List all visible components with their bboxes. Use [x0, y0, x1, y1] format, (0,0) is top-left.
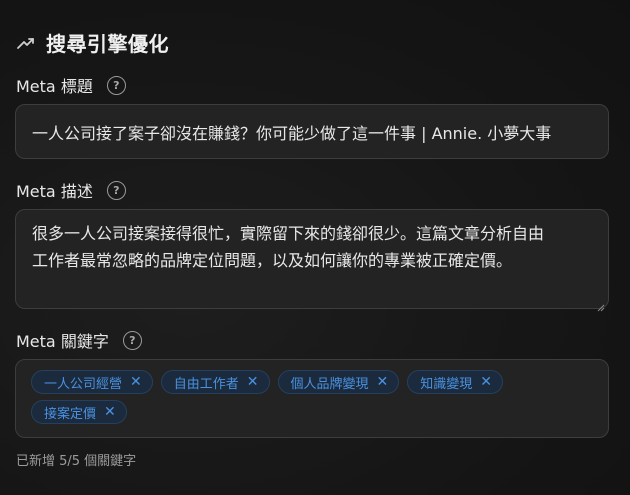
meta-description-textarea[interactable]: 很多一人公司接案接得很忙，實際留下來的錢卻很少。這篇文章分析自由 工作者最常忽略… [32, 220, 592, 274]
description-line: 工作者最常忽略的品牌定位問題，以及如何讓你的專業被正確定價。 [32, 251, 513, 270]
meta-description-label: Meta 描述 [16, 182, 93, 201]
remove-keyword-icon[interactable]: ✕ [480, 375, 492, 389]
meta-title-label: Meta 標題 [16, 77, 93, 96]
keyword-chip: 自由工作者 ✕ [160, 370, 270, 394]
help-icon[interactable]: ? [106, 180, 126, 200]
remove-keyword-icon[interactable]: ✕ [377, 375, 389, 389]
seo-panel: 搜尋引擎優化 Meta 標題 ? 一人公司接了案子卻沒在賺錢？你可能少做了這一件… [0, 0, 630, 495]
keyword-chip-label: 接案定價 [44, 406, 97, 422]
keyword-chip-list: 一人公司經營 ✕ 自由工作者 ✕ 個人品牌變現 ✕ 知識變現 ✕ 接案定價 ✕ [31, 370, 596, 424]
meta-title-input[interactable]: 一人公司接了案子卻沒在賺錢？你可能少做了這一件事 | Annie. 小夢大事 [32, 105, 596, 158]
meta-title-label-row: Meta 標題 ? [16, 73, 126, 97]
help-icon[interactable]: ? [106, 75, 126, 95]
remove-keyword-icon[interactable]: ✕ [247, 375, 259, 389]
keyword-chip: 一人公司經營 ✕ [31, 370, 153, 394]
meta-description-label-row: Meta 描述 ? [16, 178, 126, 202]
section-title: 搜尋引擎優化 [46, 32, 169, 56]
meta-keywords-label: Meta 關鍵字 [16, 332, 109, 351]
keyword-chip-label: 一人公司經營 [44, 376, 123, 392]
meta-keywords-field[interactable]: 一人公司經營 ✕ 自由工作者 ✕ 個人品牌變現 ✕ 知識變現 ✕ 接案定價 ✕ [15, 359, 609, 438]
keyword-chip: 接案定價 ✕ [31, 400, 127, 424]
meta-keywords-label-row: Meta 關鍵字 ? [16, 328, 142, 352]
meta-description-field[interactable]: 很多一人公司接案接得很忙，實際留下來的錢卻很少。這篇文章分析自由 工作者最常忽略… [15, 209, 609, 312]
section-header: 搜尋引擎優化 [16, 28, 169, 57]
keyword-chip-label: 個人品牌變現 [290, 376, 369, 392]
remove-keyword-icon[interactable]: ✕ [130, 375, 142, 389]
keyword-chip: 個人品牌變現 ✕ [277, 370, 400, 394]
meta-title-field[interactable]: 一人公司接了案子卻沒在賺錢？你可能少做了這一件事 | Annie. 小夢大事 [15, 104, 609, 159]
keyword-chip-label: 自由工作者 [173, 376, 239, 392]
resize-handle-icon[interactable] [597, 297, 605, 312]
keyword-chip: 知識變現 ✕ [407, 370, 503, 394]
keyword-chip-label: 知識變現 [420, 376, 473, 392]
description-line: 很多一人公司接案接得很忙，實際留下來的錢卻很少。這篇文章分析自由 [32, 224, 545, 243]
help-icon[interactable]: ? [122, 330, 142, 350]
keyword-count-note: 已新增 5/5 個關鍵字 [16, 454, 137, 469]
remove-keyword-icon[interactable]: ✕ [104, 405, 116, 419]
trending-up-icon [16, 33, 36, 53]
